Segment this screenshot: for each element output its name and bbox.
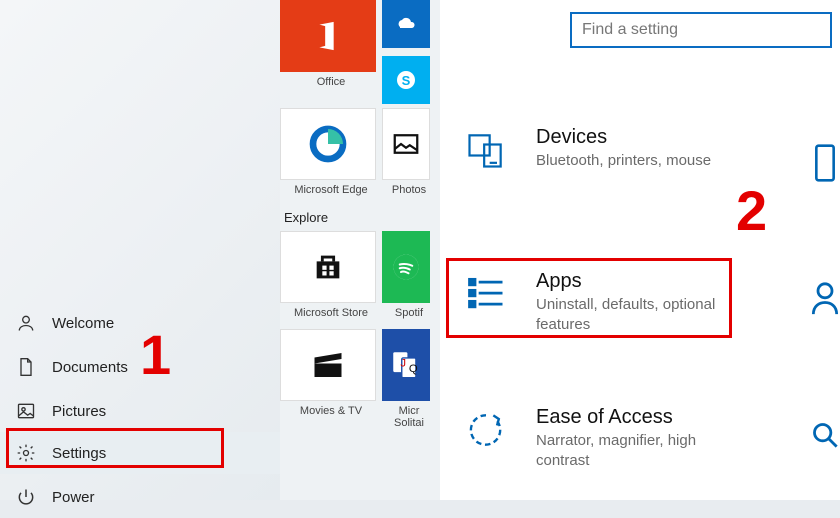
start-pictures-label: Pictures xyxy=(52,403,106,420)
gear-icon xyxy=(14,441,38,465)
svg-text:Q: Q xyxy=(409,363,418,375)
start-sidebar: Welcome Documents Pictures Settings xyxy=(0,0,280,500)
tile-skype[interactable]: S xyxy=(382,56,430,104)
start-documents-label: Documents xyxy=(52,359,128,376)
start-power[interactable]: Power xyxy=(0,476,280,518)
tile-movies-label: Movies & TV xyxy=(300,405,362,417)
devices-title: Devices xyxy=(536,126,711,149)
devices-icon xyxy=(462,126,510,174)
power-icon xyxy=(14,485,38,509)
tile-onedrive[interactable] xyxy=(382,0,430,48)
search-icon[interactable] xyxy=(810,414,840,456)
settings-window: Devices Bluetooth, printers, mouse Apps … xyxy=(440,0,840,500)
ease-sub: Narrator, magnifier, high contrast xyxy=(536,431,746,470)
tile-edge[interactable] xyxy=(280,108,376,180)
apps-sub: Uninstall, defaults, optional features xyxy=(536,295,746,334)
document-icon xyxy=(14,355,38,379)
account-icon[interactable] xyxy=(810,278,840,320)
ease-title: Ease of Access xyxy=(536,406,746,429)
tile-spotify[interactable] xyxy=(382,231,430,303)
tile-photos-label: Photos xyxy=(392,184,426,196)
start-settings-label: Settings xyxy=(52,445,106,462)
devices-sub: Bluetooth, printers, mouse xyxy=(536,151,711,171)
start-tiles: Office S Microsoft Edge Photos Explore xyxy=(280,0,440,500)
tile-spotify-label: Spotif xyxy=(395,307,423,319)
category-ease-of-access[interactable]: Ease of Access Narrator, magnifier, high… xyxy=(462,406,822,470)
start-welcome[interactable]: Welcome xyxy=(0,302,280,344)
svg-text:J: J xyxy=(400,357,406,369)
apps-title: Apps xyxy=(536,270,746,293)
ease-icon xyxy=(462,406,510,454)
start-power-label: Power xyxy=(52,489,95,506)
svg-text:S: S xyxy=(402,73,411,88)
phone-icon[interactable] xyxy=(810,142,840,184)
tile-photos[interactable] xyxy=(382,108,430,180)
tile-office[interactable] xyxy=(280,0,376,72)
tile-movies[interactable] xyxy=(280,329,376,401)
pictures-icon xyxy=(14,399,38,423)
tile-solitaire-label: Micr Solitai xyxy=(394,405,424,429)
start-pictures[interactable]: Pictures xyxy=(0,390,280,432)
tile-solitaire[interactable]: JQ xyxy=(382,329,430,401)
start-documents[interactable]: Documents xyxy=(0,346,280,388)
category-devices[interactable]: Devices Bluetooth, printers, mouse xyxy=(462,126,822,174)
settings-search-input[interactable] xyxy=(582,21,820,39)
settings-search[interactable] xyxy=(570,12,832,48)
start-welcome-label: Welcome xyxy=(52,315,114,332)
category-apps[interactable]: Apps Uninstall, defaults, optional featu… xyxy=(462,270,822,334)
tile-office-label: Office xyxy=(317,76,346,88)
tile-store[interactable] xyxy=(280,231,376,303)
apps-icon xyxy=(462,270,510,318)
explore-label: Explore xyxy=(280,206,440,231)
user-icon xyxy=(14,311,38,335)
start-settings[interactable]: Settings xyxy=(0,432,280,474)
tile-store-label: Microsoft Store xyxy=(294,307,368,319)
tile-edge-label: Microsoft Edge xyxy=(294,184,367,196)
